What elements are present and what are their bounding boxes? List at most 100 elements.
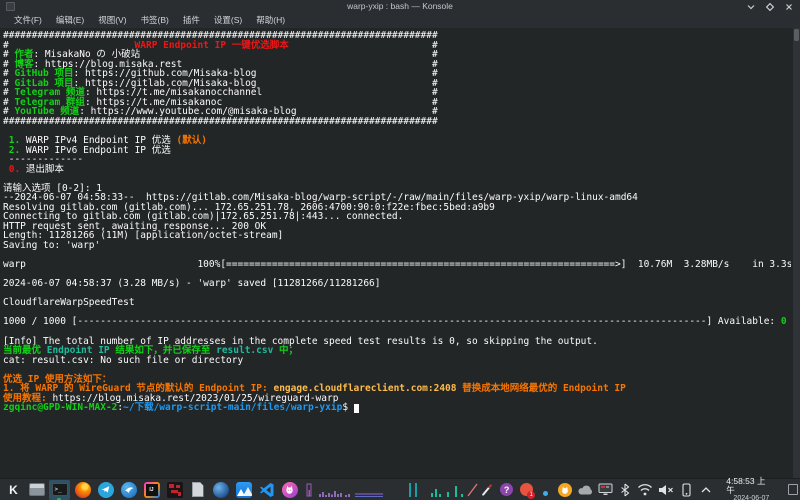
text-segment: cat: result.csv: No such file or directo… [3, 355, 243, 366]
tray-messenger-notification[interactable]: 1 [519, 482, 533, 498]
tray-kdeconnect[interactable] [679, 482, 693, 498]
taskbar-item-falkon[interactable] [118, 480, 139, 500]
taskbar-item-intellij[interactable]: IJ [141, 480, 162, 500]
clock-date: 2024-06-07 [733, 495, 769, 500]
monitor-icon [598, 483, 613, 496]
taskbar-item-red-pixel-app[interactable] [164, 480, 185, 500]
bluetooth-icon [620, 483, 630, 497]
text-segment: 0 [781, 316, 787, 327]
terminal-line [3, 365, 791, 375]
taskbar-item-firefox[interactable] [72, 480, 93, 500]
taskbar-item-konsole-active[interactable]: >_ [49, 480, 70, 500]
taskbar-item-telegram[interactable] [95, 480, 116, 500]
minimize-button[interactable] [746, 2, 756, 12]
intellij-idea-icon: IJ [144, 482, 160, 498]
phone-icon [682, 483, 691, 497]
menu-item-2[interactable]: 编辑(E) [50, 13, 90, 28]
window-controls [746, 0, 794, 13]
terminal-lines: ########################################… [3, 31, 791, 478]
text-segment: $ [342, 402, 353, 413]
terminal-line: 0. 退出脚本 [3, 165, 791, 175]
taskbar-item-mountain-app[interactable] [233, 480, 254, 500]
terminal-line: ########################################… [3, 117, 791, 127]
taskbar-item-vscode[interactable] [256, 480, 277, 500]
red-pixel-art-icon [167, 482, 183, 498]
clock-widget[interactable]: 4:58:53 上午 2024-06-07 [726, 477, 769, 500]
intellij-monogram: IJ [146, 484, 158, 496]
cat-tray-icon [558, 483, 572, 497]
taskbar-item-blue-sphere-app[interactable] [210, 480, 231, 500]
taskbar: K >_ IJ [0, 478, 800, 500]
maximize-button[interactable] [765, 2, 775, 12]
system-tray: ? 1 [480, 477, 800, 500]
show-desktop-button[interactable] [788, 484, 798, 495]
tray-display-settings[interactable] [598, 482, 613, 498]
taskbar-item-documents[interactable] [187, 480, 208, 500]
close-button[interactable] [784, 2, 794, 12]
clock-time: 4:58:53 上午 [726, 477, 769, 495]
mountain-app-icon [236, 482, 252, 498]
terminal-scrollbar[interactable] [793, 28, 800, 478]
text-segment: ########################################… [3, 116, 438, 127]
bird-icon [123, 484, 135, 496]
window-title: warp-yxip : bash — Konsole [0, 0, 800, 13]
terminal-line: 2. WARP IPv6 Endpoint IP 优选 [3, 146, 791, 156]
terminal-line [3, 174, 791, 184]
file-manager-icon [29, 483, 45, 496]
close-icon [784, 2, 794, 12]
text-segment: 2024-06-07 04:58:37 (3.28 MB/s) - 'warp'… [3, 278, 381, 289]
text-segment: (默认) [176, 135, 206, 146]
terminal-line: ########################################… [3, 31, 791, 41]
menu-item-7[interactable]: 帮助(H) [250, 13, 291, 28]
telegram-icon [98, 482, 114, 498]
terminal-icon: >_ [52, 483, 68, 496]
cloud-icon [577, 483, 593, 496]
kde-logo-icon: K [9, 481, 18, 499]
terminal-line: ------------- [3, 155, 791, 165]
menu-item-4[interactable]: 书签(B) [135, 13, 175, 28]
cat-app-icon [282, 482, 298, 498]
blue-dot-icon [543, 491, 548, 496]
text-segment: ~/下载/warp-script-main/files/warp-yxip [123, 402, 342, 413]
titlebar[interactable]: warp-yxip : bash — Konsole [0, 0, 800, 13]
tray-nekoray[interactable] [558, 482, 572, 498]
tray-volume[interactable] [658, 482, 674, 498]
text-segment: 1000 / 1000 [---------------------------… [3, 316, 781, 327]
desktop: warp-yxip : bash — Konsole 文件(F)编辑(E)视图(… [0, 0, 800, 500]
tray-wifi[interactable] [637, 482, 653, 498]
text-segment: Saving to: 'warp' [3, 240, 100, 251]
terminal-line: Saving to: 'warp' [3, 241, 791, 251]
system-monitor-graphs[interactable] [305, 481, 480, 499]
taskbar-item-file-manager[interactable] [26, 480, 47, 500]
tray-cloud-sync[interactable] [577, 482, 593, 498]
tray-help-app[interactable]: ? [499, 482, 513, 498]
scrollbar-thumb[interactable] [794, 29, 799, 41]
falkon-browser-icon [121, 482, 137, 498]
cat-face-icon [284, 484, 295, 495]
tray-expand-button[interactable] [699, 482, 713, 498]
tray-bluetooth[interactable] [618, 482, 632, 498]
terminal[interactable]: ########################################… [0, 28, 800, 478]
chevron-up-icon [700, 485, 712, 495]
menu-item-1[interactable]: 文件(F) [8, 13, 48, 28]
menu-item-3[interactable]: 视图(V) [92, 13, 132, 28]
question-mark-icon: ? [500, 483, 513, 496]
text-segment: 中； [273, 345, 298, 356]
text-segment: CloudflareWarpSpeedTest [3, 297, 135, 308]
wifi-icon [637, 483, 653, 496]
vscode-icon [259, 482, 275, 498]
menu-item-5[interactable]: 插件 [177, 13, 206, 28]
terminal-cursor [354, 404, 360, 413]
text-segment: 0. [9, 164, 20, 175]
volume-muted-icon [658, 484, 674, 496]
menu-item-6[interactable]: 设置(S) [208, 13, 248, 28]
terminal-line: CloudflareWarpSpeedTest [3, 298, 791, 308]
app-launcher-button[interactable]: K [3, 480, 24, 500]
diamond-icon [765, 2, 775, 12]
notification-badge: 1 [527, 491, 535, 499]
taskbar-item-nekoray[interactable] [279, 480, 300, 500]
terminal-line: warp 100%[==============================… [3, 260, 791, 270]
tray-blue-dot-app[interactable] [538, 482, 552, 498]
tray-screenshot-tool[interactable] [480, 482, 494, 498]
firefox-icon [75, 482, 91, 498]
